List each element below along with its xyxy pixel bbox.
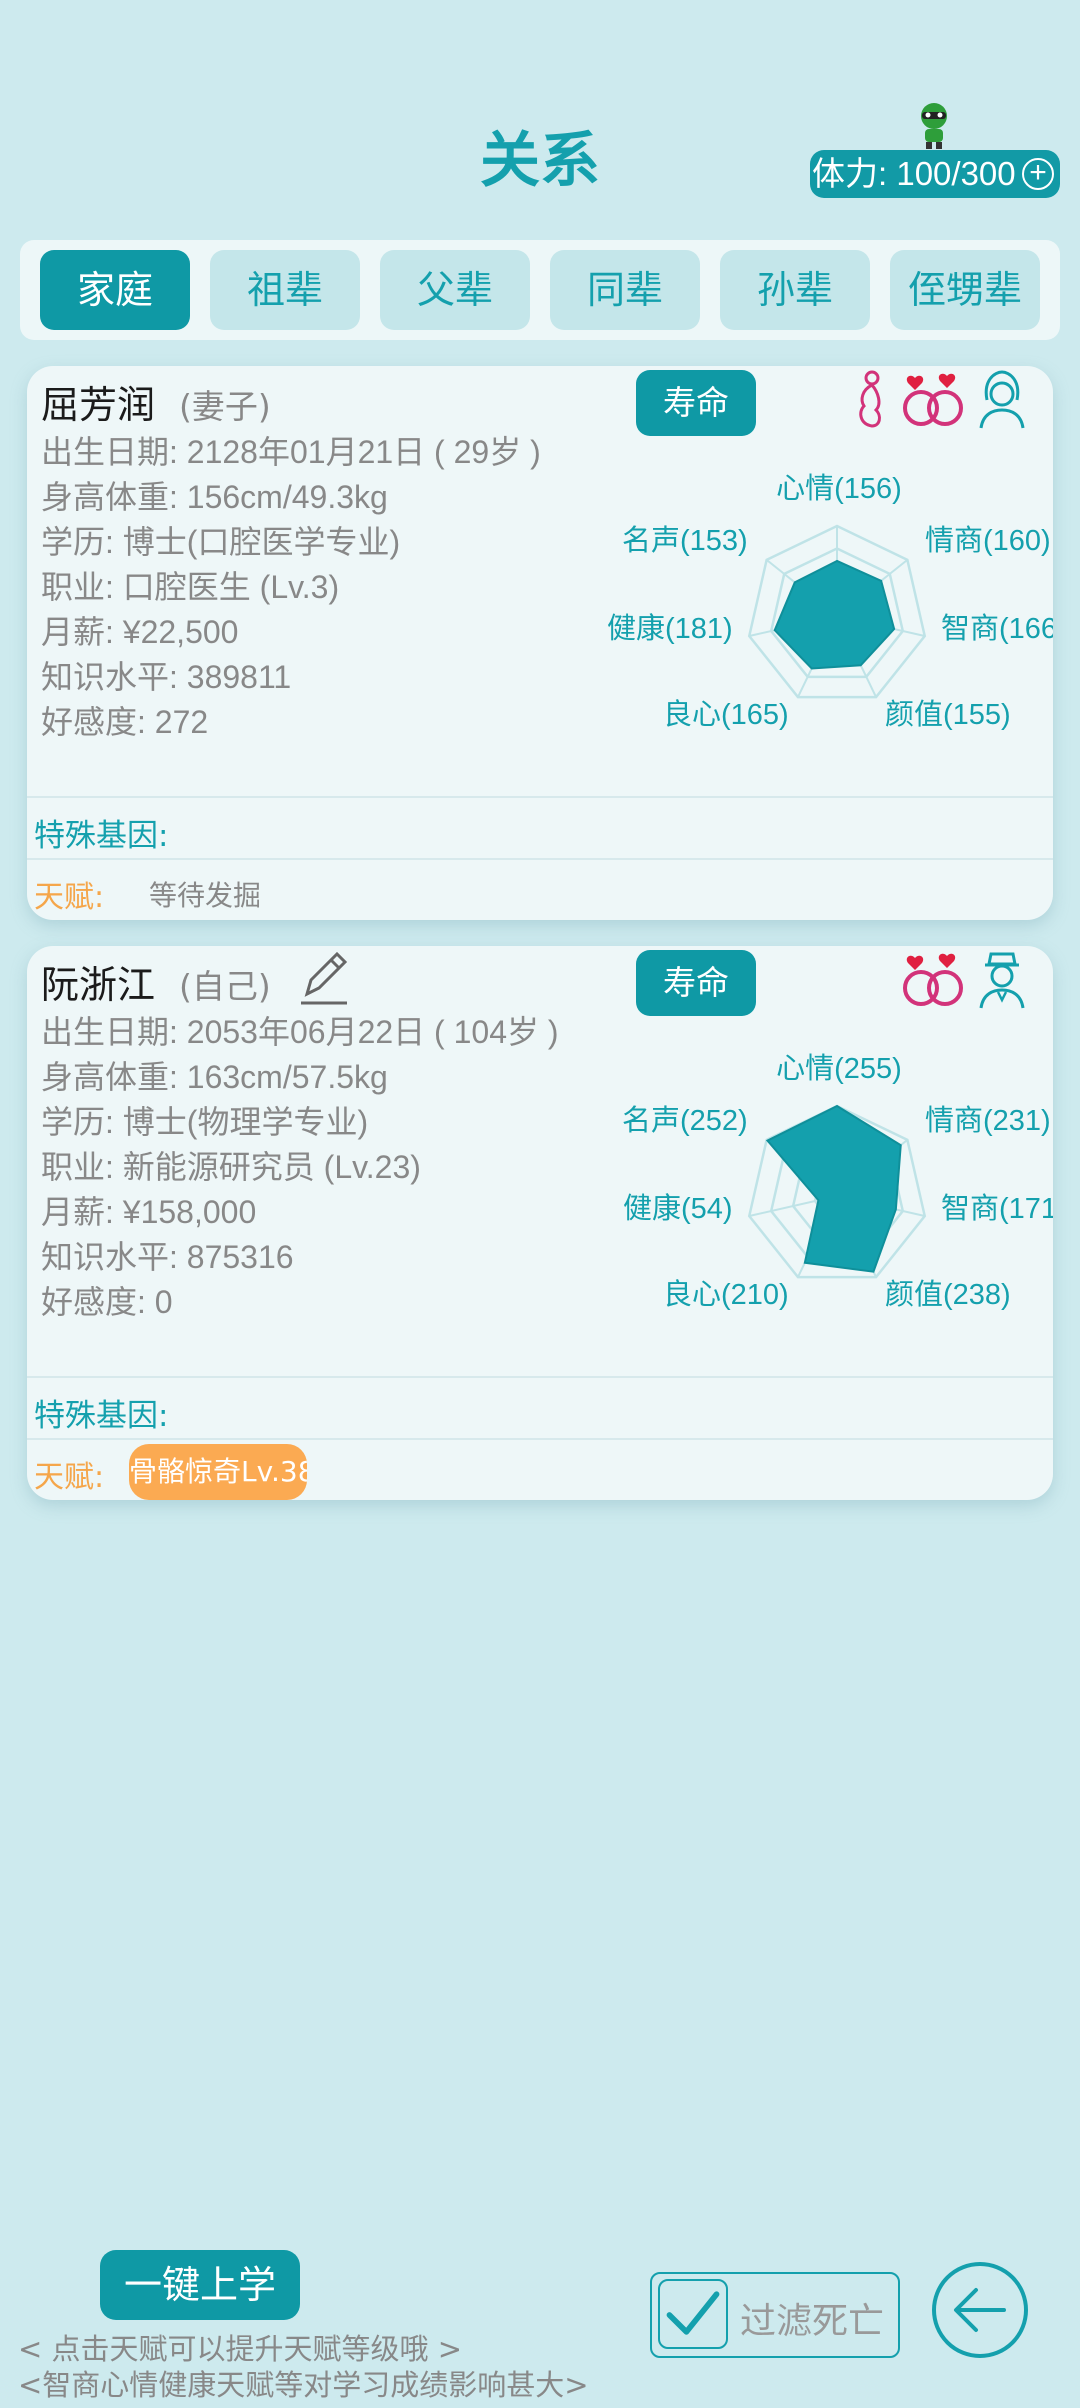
member-relation: (妻子)	[179, 387, 271, 426]
talent-badge[interactable]: 骨骼惊奇Lv.38	[129, 1444, 307, 1500]
height-weight: 身高体重: 156cm/49.3kg	[41, 479, 388, 515]
tab-grandchildren[interactable]: 孙辈	[720, 250, 870, 330]
salary: 月薪: ¥22,500	[41, 614, 239, 650]
radar-area	[765, 1104, 902, 1273]
talent-value[interactable]: 等待发掘	[149, 874, 261, 914]
rings-icon[interactable]	[901, 370, 967, 430]
lifespan-button[interactable]: 寿命	[636, 950, 756, 1016]
stamina-text: 体力: 100/300	[812, 155, 1016, 192]
divider	[27, 858, 1053, 860]
family-member-card[interactable]: 阮浙江 (自己) 寿命 出生日期: 2053年06月22日 ( 104岁 ) 身…	[27, 946, 1053, 1500]
edit-icon[interactable]	[299, 948, 351, 1006]
checkmark-icon	[666, 2291, 720, 2335]
salary: 月薪: ¥158,000	[41, 1194, 257, 1230]
stat-iq-label: 智商(171)	[941, 1192, 1053, 1225]
birth-date: 出生日期: 2128年01月21日 ( 29岁 )	[41, 434, 541, 470]
member-name: 屈芳润	[41, 383, 156, 427]
tab-nephews[interactable]: 侄甥辈	[890, 250, 1040, 330]
auto-school-button[interactable]: 一键上学	[100, 2250, 300, 2320]
stat-fame-label: 名声(252)	[622, 1104, 748, 1137]
male-avatar-icon[interactable]	[977, 950, 1027, 1010]
stat-eq-label: 情商(231)	[925, 1104, 1051, 1137]
tab-grandparents[interactable]: 祖辈	[210, 250, 360, 330]
lifespan-button[interactable]: 寿命	[636, 370, 756, 436]
divider	[27, 1376, 1053, 1378]
relation-tabs: 家庭 祖辈 父辈 同辈 孙辈 侄甥辈	[20, 240, 1060, 340]
knowledge-level: 知识水平: 875316	[41, 1239, 294, 1275]
knowledge-level: 知识水平: 389811	[41, 659, 292, 695]
add-stamina-icon[interactable]: +	[1022, 158, 1054, 190]
divider	[27, 796, 1053, 798]
stat-mood-label: 心情(156)	[776, 472, 902, 505]
stat-health-label: 健康(54)	[623, 1192, 733, 1225]
talent-label: 天赋:	[34, 880, 105, 915]
stat-looks-label: 颜值(155)	[885, 698, 1011, 731]
character-avatar-icon[interactable]	[912, 102, 956, 150]
stat-looks-label: 颜值(238)	[885, 1278, 1011, 1311]
tab-family[interactable]: 家庭	[40, 250, 190, 330]
hint-study: <智商心情健康天赋等对学习成绩影响甚大>	[18, 2368, 589, 2402]
talent-label: 天赋:	[34, 1460, 105, 1495]
stat-fame-label: 名声(153)	[622, 524, 748, 557]
rings-icon[interactable]	[901, 950, 967, 1010]
birth-date: 出生日期: 2053年06月22日 ( 104岁 )	[41, 1014, 559, 1050]
stat-health-label: 健康(181)	[607, 612, 733, 645]
female-avatar-icon[interactable]	[977, 370, 1027, 430]
stat-iq-label: 智商(166)	[941, 612, 1053, 645]
filter-dead-toggle[interactable]: 过滤死亡	[650, 2272, 900, 2358]
occupation: 职业: 口腔医生 (Lv.3)	[41, 569, 340, 605]
education: 学历: 博士(物理学专业)	[41, 1104, 369, 1140]
education: 学历: 博士(口腔医学专业)	[41, 524, 401, 560]
attribute-radar-chart: 心情(255) 情商(231) 智商(171) 颜值(238) 良心(210) …	[622, 1052, 1053, 1311]
height-weight: 身高体重: 163cm/57.5kg	[41, 1059, 388, 1095]
divider	[27, 1438, 1053, 1440]
tab-parents[interactable]: 父辈	[380, 250, 530, 330]
stamina-display[interactable]: 体力: 100/300 +	[810, 150, 1060, 198]
occupation: 职业: 新能源研究员 (Lv.23)	[41, 1149, 421, 1185]
filter-checkbox[interactable]	[658, 2279, 728, 2349]
back-arrow-icon[interactable]	[930, 2260, 1030, 2360]
favorability: 好感度: 0	[41, 1284, 173, 1320]
filter-label: 过滤死亡	[740, 2301, 885, 2342]
radar-area	[773, 559, 896, 670]
member-name: 阮浙江	[41, 963, 156, 1007]
stat-conscience-label: 良心(165)	[663, 698, 789, 731]
attribute-radar-chart: 心情(156) 情商(160) 智商(166) 颜值(155) 良心(165) …	[607, 472, 1053, 731]
special-gene-label: 特殊基因:	[34, 1398, 169, 1434]
favorability: 好感度: 272	[41, 704, 209, 740]
stat-conscience-label: 良心(210)	[663, 1278, 789, 1311]
member-relation: (自己)	[179, 967, 271, 1006]
family-member-card[interactable]: 屈芳润 (妻子) 寿命 出生日期: 2128年01月21日 ( 29岁 ) 身高…	[27, 366, 1053, 920]
pregnant-icon[interactable]	[852, 370, 888, 430]
tab-siblings[interactable]: 同辈	[550, 250, 700, 330]
stat-eq-label: 情商(160)	[925, 524, 1051, 557]
special-gene-label: 特殊基因:	[34, 818, 169, 854]
stat-mood-label: 心情(255)	[776, 1052, 902, 1085]
